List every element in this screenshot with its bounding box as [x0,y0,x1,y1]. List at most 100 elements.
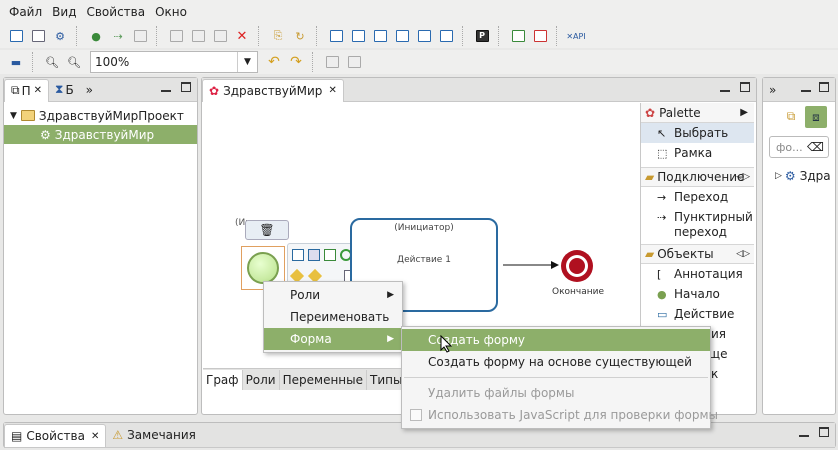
action-icon[interactable] [292,249,304,261]
start-event-icon[interactable] [247,252,279,284]
paste-icon[interactable] [344,52,364,72]
menu-item-create-form-from-existing[interactable]: Создать форму на основе существующей [402,351,710,373]
collapse-icon[interactable]: ◁▷ [736,172,750,182]
zoom-out-icon[interactable]: 🔍︎ [42,52,62,72]
properties-icon[interactable]: P [472,26,492,46]
drawer-objects[interactable]: ▰ Объекты ◁▷ [641,244,754,264]
menu-item-roles[interactable]: Роли ▶ [264,284,402,306]
menu-item-rename[interactable]: Переименовать [264,306,402,328]
menu-file[interactable]: Файл [4,5,47,19]
tab-projects[interactable]: ⧉ П ✕ [4,78,49,102]
search-input[interactable]: фо... ⌫ [769,136,829,158]
tool-select[interactable]: ↖ Выбрать [641,123,754,143]
save-as-icon[interactable] [210,26,230,46]
expand-arrow-icon[interactable]: ▷ [775,171,782,181]
redo-icon[interactable]: ↷ [286,52,306,72]
align-center-icon[interactable] [348,26,368,46]
menu-properties[interactable]: Свойства [81,5,150,19]
maximize-icon[interactable] [819,82,829,92]
maximize-icon[interactable] [181,82,191,92]
menubar: Файл Вид Свойства Окно [0,0,838,24]
copy-icon[interactable]: ⎘ [268,26,288,46]
minimize-icon[interactable] [161,82,171,92]
tool-dotted-transition[interactable]: ⇢ Пунктирный переход [641,207,754,242]
expand-arrow-icon[interactable]: ▼ [10,111,17,121]
palette-icon: ✿ [645,105,656,120]
zoom-in-icon[interactable]: 🔍︎ [64,52,84,72]
tab-problems[interactable]: ⚠ Замечания [106,424,202,446]
tab-b[interactable]: ⧗ Б [49,79,80,101]
toolbar-separator [316,26,322,46]
new-project-icon[interactable] [6,26,26,46]
maximize-icon[interactable] [740,82,750,92]
align-bottom-icon[interactable] [326,26,346,46]
b-tab-icon: ⧗ [55,82,64,96]
tab-graph[interactable]: Граф [203,369,243,390]
maximize-icon[interactable] [819,427,829,437]
close-icon[interactable]: ✕ [91,431,99,442]
api-icon[interactable]: ✕API [566,26,586,46]
export-icon[interactable]: ⇢ [108,26,128,46]
tool-start[interactable]: ● Начало [641,284,754,304]
menu-view[interactable]: Вид [47,5,81,19]
minimize-icon[interactable] [801,82,811,92]
trash-icon[interactable]: 🗑︎ [245,220,289,240]
menu-window[interactable]: Окно [150,5,192,19]
close-icon[interactable]: ✕ [34,85,42,96]
stop-icon[interactable] [530,26,550,46]
minimize-icon[interactable] [799,427,809,437]
tree-item-project[interactable]: ▼ ЗдравствуйМирПроект [4,106,197,125]
new-process-icon[interactable]: ⚙ [50,26,70,46]
zoom-combo[interactable]: 100% ▼ [90,51,258,73]
new-window-icon[interactable] [28,26,48,46]
collapse-icon[interactable]: ◁▷ [736,249,750,259]
filter-icon[interactable]: ⧉ [781,106,801,126]
clear-icon[interactable]: ⌫ [807,140,824,154]
align-right-icon[interactable] [414,26,434,46]
toolbar-separator [32,52,38,72]
minimize-icon[interactable] [720,82,730,92]
subprocess-icon[interactable] [308,249,320,261]
window-controls [161,82,191,92]
transition-arrow[interactable] [503,258,559,272]
tool-marquee[interactable]: ⬚ Рамка [641,143,754,163]
distribute-icon[interactable] [436,26,456,46]
tabs-overflow[interactable]: » [80,79,99,101]
end-event-icon[interactable] [561,250,593,282]
deploy-icon[interactable] [130,26,150,46]
form-icon[interactable] [324,249,336,261]
tab-variables[interactable]: Переменные [280,369,367,390]
undo-icon[interactable]: ↶ [264,52,284,72]
collapse-icon[interactable]: ▬ [6,52,26,72]
submenu-arrow-icon: ▶ [387,290,394,300]
annotation-icon: [ [657,268,662,281]
save-icon[interactable] [166,26,186,46]
copy-icon[interactable] [322,52,342,72]
save-all-icon[interactable] [188,26,208,46]
run-icon[interactable] [508,26,528,46]
outline-tree-item[interactable]: ▷ ⚙ Здра [763,166,835,185]
tool-action[interactable]: ▭ Действие [641,304,754,324]
tool-transition[interactable]: → Переход [641,187,754,207]
action-icon: ▭ [657,308,668,321]
refresh-icon[interactable]: ↻ [290,26,310,46]
tree-view-icon[interactable]: ⧈ [805,106,827,128]
drawer-connection[interactable]: ▰ Подключение ◁▷ [641,167,754,187]
delete-icon[interactable]: ✕ [232,26,252,46]
tree-item-process[interactable]: ⚙ ЗдравствуйМир [4,125,197,144]
end-label: Окончание [551,287,604,297]
tab-properties[interactable]: ▤ Свойства ✕ [4,424,107,447]
projects-icon: ⧉ [11,83,20,97]
align-left-icon[interactable] [392,26,412,46]
import-icon[interactable]: ● [86,26,106,46]
tool-annotation[interactable]: [ Аннотация [641,264,754,284]
tabs-overflow[interactable]: » [763,79,782,101]
tab-roles[interactable]: Роли [243,369,280,390]
menu-item-form[interactable]: Форма ▶ [264,328,402,350]
context-menu: Роли ▶ Переименовать Форма ▶ [263,281,403,353]
chevron-down-icon[interactable]: ▼ [237,52,257,72]
close-icon[interactable]: ✕ [328,85,336,96]
palette-toggle-icon[interactable]: ▶ [740,107,748,118]
tab-editor[interactable]: ✿ ЗдравствуйМир ✕ [202,78,344,102]
align-top-icon[interactable] [370,26,390,46]
